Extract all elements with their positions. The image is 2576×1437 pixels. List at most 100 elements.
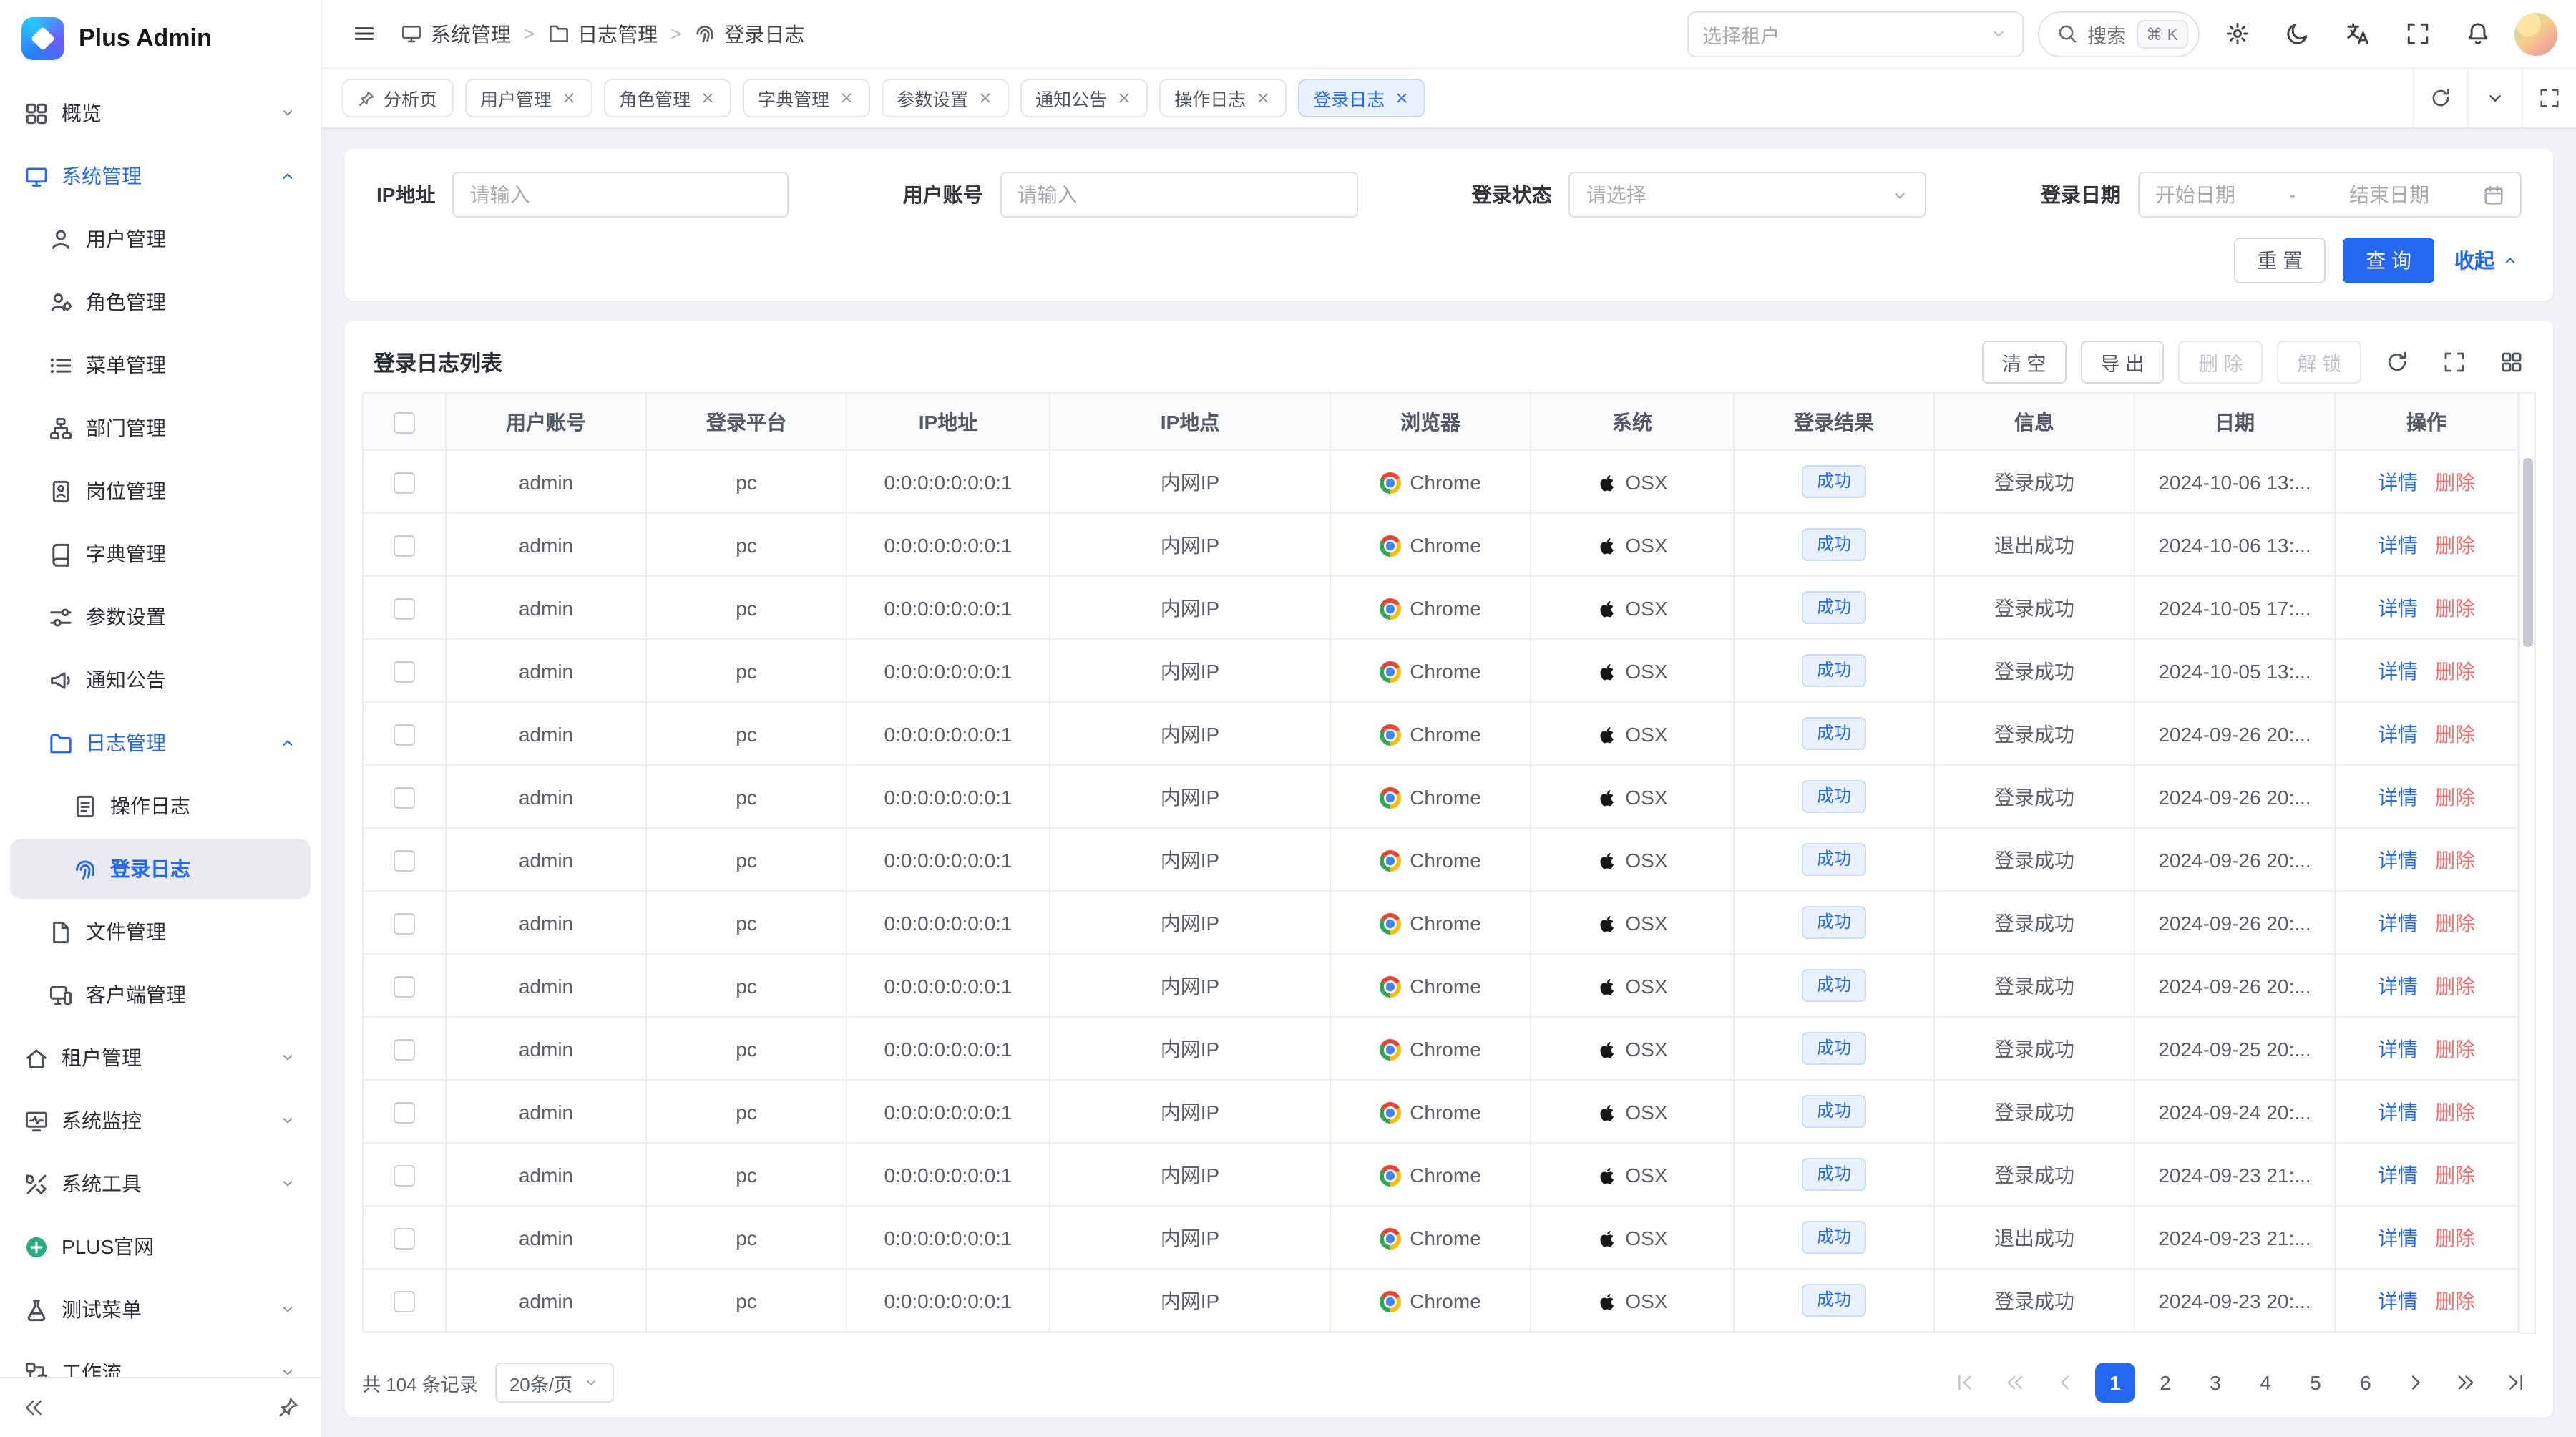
breadcrumb-item[interactable]: 系统管理 [401,19,511,48]
sidebar-item-user-management[interactable]: 用户管理 [10,209,311,269]
row-checkbox[interactable] [394,1102,415,1124]
last-page-button[interactable] [2496,1363,2536,1403]
sidebar-item-param-settings[interactable]: 参数设置 [10,587,311,647]
close-tab-icon[interactable] [699,90,715,106]
content-fullscreen-button[interactable] [2522,69,2576,127]
prev-page-button[interactable] [2045,1363,2085,1403]
close-tab-icon[interactable] [560,90,576,106]
sidebar-item-overview[interactable]: 概览 [10,83,311,143]
page-button-3[interactable]: 3 [2195,1363,2235,1403]
login-status-select[interactable]: 请选择 [1569,172,1927,218]
detail-link[interactable]: 详情 [2378,785,2418,808]
reset-button[interactable]: 重 置 [2234,238,2326,283]
tab-notice-announcement[interactable]: 通知公告 [1020,79,1147,117]
detail-link[interactable]: 详情 [2378,533,2418,556]
sidebar-item-workflow[interactable]: 工作流 [10,1343,311,1377]
sidebar-item-dict-management[interactable]: 字典管理 [10,524,311,584]
row-checkbox[interactable] [394,850,415,872]
page-button-4[interactable]: 4 [2245,1363,2285,1403]
app-logo[interactable]: Plus Admin [0,0,321,77]
detail-link[interactable]: 详情 [2378,596,2418,619]
row-checkbox[interactable] [394,724,415,746]
tab-login-log[interactable]: 登录日志 [1297,79,1425,117]
detail-link[interactable]: 详情 [2378,974,2418,997]
breadcrumb-item[interactable]: 日志管理 [547,19,658,48]
scrollbar-thumb[interactable] [2523,458,2533,647]
detail-link[interactable]: 详情 [2378,1226,2418,1249]
ip-address-input[interactable]: 请输入 [452,172,789,218]
sidebar-item-test-menu[interactable]: 测试菜单 [10,1280,311,1340]
pin-sidebar-button[interactable] [269,1389,306,1426]
language-toggle[interactable] [2334,11,2380,57]
delete-link[interactable]: 删除 [2435,785,2475,808]
delete-link[interactable]: 删除 [2435,1037,2475,1060]
sidebar-item-system-tools[interactable]: 系统工具 [10,1154,311,1214]
close-tab-icon[interactable] [1254,90,1270,106]
delete-link[interactable]: 删除 [2435,974,2475,997]
tab-operation-log[interactable]: 操作日志 [1158,79,1286,117]
detail-link[interactable]: 详情 [2378,848,2418,871]
delete-link[interactable]: 删除 [2435,470,2475,493]
login-date-range[interactable]: 开始日期 - 结束日期 [2138,172,2522,218]
page-button-5[interactable]: 5 [2296,1363,2336,1403]
sidebar-item-post-management[interactable]: 岗位管理 [10,461,311,521]
delete-link[interactable]: 删除 [2435,1163,2475,1186]
tab-user-management[interactable]: 用户管理 [464,79,592,117]
row-checkbox[interactable] [394,976,415,998]
tabs-menu-button[interactable] [2467,69,2522,127]
row-checkbox[interactable] [394,661,415,683]
hamburger-menu-button[interactable] [341,11,386,57]
sidebar-item-file-management[interactable]: 文件管理 [10,902,311,962]
row-checkbox[interactable] [394,913,415,935]
detail-link[interactable]: 详情 [2378,659,2418,682]
tenant-select[interactable]: 选择租户 [1687,11,2023,57]
collapse-filter-button[interactable]: 收起 [2451,238,2522,283]
page-button-2[interactable]: 2 [2145,1363,2185,1403]
delete-link[interactable]: 删除 [2435,1289,2475,1312]
dark-mode-toggle[interactable] [2274,11,2320,57]
tab-role-management[interactable]: 角色管理 [603,79,731,117]
row-checkbox[interactable] [394,787,415,809]
sidebar-item-system-monitor[interactable]: 系统监控 [10,1091,311,1151]
breadcrumb-item[interactable]: 登录日志 [694,19,804,48]
tab-dict-management[interactable]: 字典管理 [742,79,869,117]
user-avatar[interactable] [2514,12,2557,55]
sidebar-item-dept-management[interactable]: 部门管理 [10,398,311,458]
tab-analysis-page[interactable]: 分析页 [342,79,453,117]
delete-link[interactable]: 删除 [2435,911,2475,934]
close-tab-icon[interactable] [1116,90,1131,106]
export-button[interactable]: 导 出 [2080,341,2165,384]
row-checkbox[interactable] [394,472,415,494]
delete-button[interactable]: 删 除 [2179,341,2263,384]
detail-link[interactable]: 详情 [2378,1037,2418,1060]
clear-button[interactable]: 清 空 [1982,341,2067,384]
tab-param-settings[interactable]: 参数设置 [881,79,1008,117]
collapse-sidebar-button[interactable] [14,1389,52,1426]
detail-link[interactable]: 详情 [2378,911,2418,934]
sidebar-item-notice-announcement[interactable]: 通知公告 [10,650,311,710]
table-scrollbar[interactable] [2519,392,2536,1334]
sidebar-item-system-management[interactable]: 系统管理 [10,146,311,206]
delete-link[interactable]: 删除 [2435,722,2475,745]
sidebar-item-menu-management[interactable]: 菜单管理 [10,335,311,395]
table-fullscreen-button[interactable] [2433,341,2476,384]
sidebar-item-log-management[interactable]: 日志管理 [10,713,311,773]
sidebar-item-client-management[interactable]: 客户端管理 [10,965,311,1025]
next-page-button[interactable] [2396,1363,2436,1403]
page-button-1[interactable]: 1 [2095,1363,2135,1403]
delete-link[interactable]: 删除 [2435,1100,2475,1123]
sidebar-item-operation-log[interactable]: 操作日志 [10,776,311,836]
row-checkbox[interactable] [394,1291,415,1312]
user-account-input[interactable]: 请输入 [1000,172,1358,218]
search-button[interactable]: 查 询 [2343,238,2434,283]
row-checkbox[interactable] [394,1228,415,1250]
detail-link[interactable]: 详情 [2378,1289,2418,1312]
row-checkbox[interactable] [394,1039,415,1061]
row-checkbox[interactable] [394,535,415,557]
detail-link[interactable]: 详情 [2378,1163,2418,1186]
fullscreen-button[interactable] [2394,11,2440,57]
sidebar-item-role-management[interactable]: 角色管理 [10,272,311,332]
close-tab-icon[interactable] [1393,90,1409,106]
first-page-button[interactable] [1945,1363,1985,1403]
column-settings-button[interactable] [2490,341,2533,384]
